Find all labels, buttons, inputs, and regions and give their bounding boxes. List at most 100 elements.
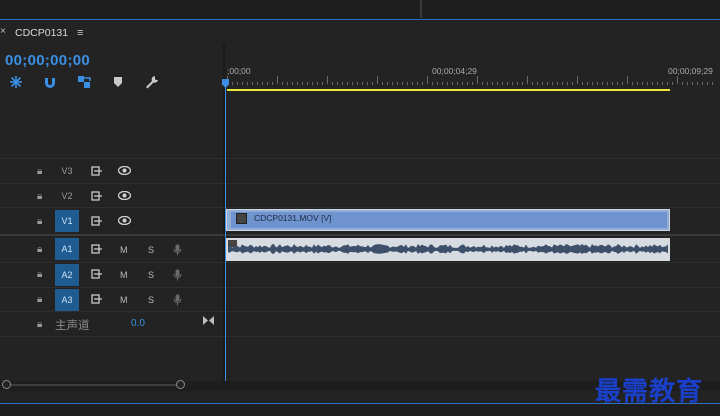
lock-icon[interactable]: 🔒︎: [37, 216, 42, 227]
ruler-label-start: ;00;00: [227, 66, 251, 76]
eye-icon[interactable]: [117, 190, 132, 202]
ruler-tick: [292, 82, 293, 85]
sync-lock-icon[interactable]: [91, 191, 103, 203]
track-target-v1[interactable]: V1: [55, 210, 79, 232]
eye-icon[interactable]: [117, 215, 132, 227]
ruler-tick: [417, 82, 418, 85]
ruler-tick: [587, 82, 588, 85]
sequence-tab-title[interactable]: CDCP0131: [15, 27, 68, 39]
solo-button[interactable]: S: [148, 245, 154, 255]
ruler-tick: [547, 82, 548, 85]
ruler-tick: [562, 82, 563, 85]
ruler-tick: [697, 82, 698, 85]
track-target-a2[interactable]: A2: [55, 264, 79, 286]
lock-icon[interactable]: 🔒︎: [37, 166, 42, 177]
playhead-timecode[interactable]: 00;00;00;00: [5, 52, 90, 69]
ruler-tick: [467, 82, 468, 85]
sync-lock-icon[interactable]: [91, 216, 103, 228]
mute-button[interactable]: M: [120, 245, 128, 255]
sync-lock-icon[interactable]: [91, 294, 103, 306]
lock-icon[interactable]: 🔒︎: [37, 269, 42, 280]
ruler-tick: [427, 76, 428, 84]
track-header-column: [0, 96, 223, 381]
ruler-tick: [682, 82, 683, 85]
track-separator: [0, 262, 720, 263]
ruler-tick: [572, 82, 573, 85]
solo-button[interactable]: S: [148, 295, 154, 305]
playhead-line[interactable]: [225, 79, 226, 381]
track-target-v2[interactable]: V2: [57, 185, 77, 207]
ruler-tick: [712, 82, 713, 85]
sync-lock-icon[interactable]: [91, 244, 103, 256]
ruler-tick: [267, 82, 268, 85]
ruler-tick: [472, 82, 473, 85]
lock-icon[interactable]: 🔒︎: [37, 294, 42, 305]
watermark-logo: 最需教育: [595, 377, 704, 407]
microphone-icon[interactable]: [173, 243, 182, 261]
zoom-scroll-right-handle[interactable]: [176, 380, 185, 389]
ruler-tick: [412, 82, 413, 85]
panel-menu-icon[interactable]: ≡: [77, 27, 83, 39]
ruler-tick: [452, 82, 453, 85]
ruler-tick: [577, 76, 578, 84]
sync-lock-icon[interactable]: [91, 269, 103, 281]
ruler-label-end: 00;00;09;29: [668, 66, 713, 76]
ruler-tick: [512, 82, 513, 85]
solo-button[interactable]: S: [148, 270, 154, 280]
ruler-tick: [447, 82, 448, 85]
go-to-out-point-icon[interactable]: [203, 316, 214, 328]
ruler-tick: [657, 82, 658, 85]
audio-clip[interactable]: [226, 238, 670, 261]
ruler-tick: [337, 82, 338, 85]
fx-badge-icon: [236, 213, 247, 224]
linked-selection-icon[interactable]: [76, 74, 92, 90]
add-marker-icon[interactable]: [110, 74, 126, 90]
ruler-tick: [327, 76, 328, 84]
ruler-tick: [642, 82, 643, 85]
lock-icon[interactable]: 🔒︎: [37, 191, 42, 202]
ruler-tick: [627, 76, 628, 84]
ruler-tick: [517, 82, 518, 85]
ruler-tick: [352, 82, 353, 85]
master-volume-value[interactable]: 0.0: [131, 318, 145, 329]
ruler-tick: [302, 82, 303, 85]
ruler-tick: [382, 82, 383, 85]
ruler-tick: [282, 82, 283, 85]
ruler-tick: [687, 82, 688, 85]
snap-magnet-icon[interactable]: [42, 74, 58, 90]
video-clip[interactable]: CDCP0131.MOV [V]: [226, 209, 670, 231]
ruler-tick: [347, 82, 348, 85]
ruler-tick: [397, 82, 398, 85]
nest-sequence-icon[interactable]: [8, 74, 24, 90]
ruler-tick: [407, 82, 408, 85]
video-audio-divider: [0, 234, 720, 236]
track-target-a1[interactable]: A1: [55, 238, 79, 260]
track-target-v3[interactable]: V3: [57, 160, 77, 182]
mute-button[interactable]: M: [120, 270, 128, 280]
track-separator: [0, 207, 720, 208]
close-tab-icon[interactable]: ×: [0, 26, 6, 37]
ruler-label-mid: 00;00;04;29: [432, 66, 477, 76]
ruler-tick: [492, 82, 493, 85]
work-area-bar[interactable]: [227, 89, 670, 91]
track-target-a3[interactable]: A3: [55, 289, 79, 311]
ruler-tick: [317, 82, 318, 85]
ruler-tick: [662, 82, 663, 85]
zoom-scroll-left-handle[interactable]: [2, 380, 11, 389]
track-separator: [0, 287, 720, 288]
ruler-tick: [437, 82, 438, 85]
lock-icon[interactable]: 🔒︎: [37, 244, 42, 255]
microphone-icon[interactable]: [173, 268, 182, 286]
ruler-tick: [312, 82, 313, 85]
sync-lock-icon[interactable]: [91, 166, 103, 178]
ruler-tick: [497, 82, 498, 85]
lock-icon[interactable]: 🔒︎: [37, 319, 42, 330]
video-clip-label: CDCP0131.MOV [V]: [254, 213, 332, 223]
microphone-icon[interactable]: [173, 293, 182, 311]
eye-icon[interactable]: [117, 165, 132, 177]
zoom-scroll-thumb[interactable]: [8, 384, 180, 386]
timeline-settings-wrench-icon[interactable]: [144, 74, 160, 90]
mute-button[interactable]: M: [120, 295, 128, 305]
track-separator: [0, 183, 720, 184]
ruler-tick: [462, 82, 463, 85]
